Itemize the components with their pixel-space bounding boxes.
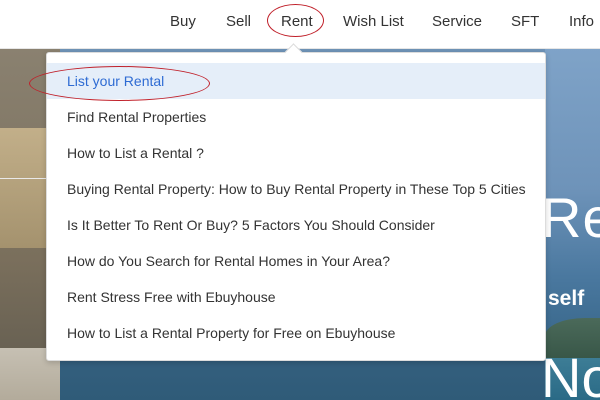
hero-subheading: self — [548, 287, 585, 310]
nav-wish-list[interactable]: Wish List — [343, 13, 404, 31]
menu-item-search-rental-homes[interactable]: How do You Search for Rental Homes in Yo… — [47, 243, 545, 279]
menu-item-how-to-list-rental[interactable]: How to List a Rental ? — [47, 135, 545, 171]
hero-divider-line — [0, 178, 46, 179]
menu-item-list-rental-free[interactable]: How to List a Rental Property for Free o… — [47, 315, 545, 351]
top-navigation: Buy Sell Rent Wish List Service SFT Info — [0, 0, 600, 49]
hero-left-interior — [0, 128, 50, 248]
menu-item-find-rental-properties[interactable]: Find Rental Properties — [47, 99, 545, 135]
nav-rent[interactable]: Rent — [281, 13, 313, 31]
menu-item-rent-stress-free[interactable]: Rent Stress Free with Ebuyhouse — [47, 279, 545, 315]
nav-sell[interactable]: Sell — [226, 13, 251, 31]
nav-info[interactable]: Info — [569, 13, 594, 31]
nav-buy[interactable]: Buy — [170, 13, 196, 31]
nav-service[interactable]: Service — [432, 13, 482, 31]
menu-item-buying-rental-property[interactable]: Buying Rental Property: How to Buy Renta… — [47, 171, 545, 207]
rent-dropdown-menu: List your Rental Find Rental Properties … — [46, 43, 546, 361]
menu-item-list-your-rental[interactable]: List your Rental — [47, 63, 545, 99]
hero-heading-2: No — [541, 346, 600, 400]
hero-heading: Re — [541, 186, 600, 249]
menu-item-rent-or-buy[interactable]: Is It Better To Rent Or Buy? 5 Factors Y… — [47, 207, 545, 243]
nav-sft[interactable]: SFT — [511, 13, 539, 31]
